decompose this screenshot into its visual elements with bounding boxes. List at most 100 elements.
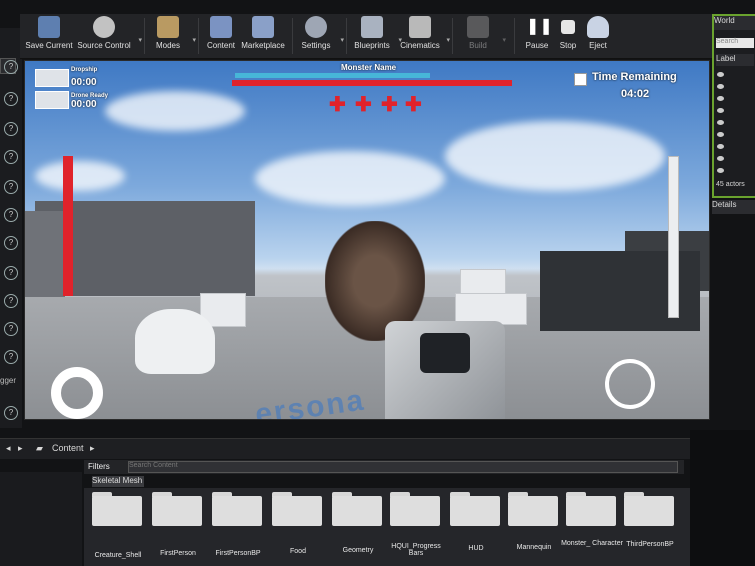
help-icon[interactable]: ? (4, 180, 18, 194)
help-icon[interactable]: ? (4, 406, 18, 420)
help-icon[interactable]: ? (4, 236, 18, 250)
blueprints-icon (361, 16, 383, 38)
folder-label: Monster_ Character (561, 540, 623, 547)
help-icon[interactable]: ? (4, 350, 18, 364)
tab-details[interactable]: Details (712, 200, 755, 214)
content-search-input[interactable]: Search Content (128, 461, 678, 473)
help-icon[interactable]: ? (4, 122, 18, 136)
content-browser-filterbar: Filters Search Content (84, 460, 684, 474)
partial-label: gger (0, 376, 17, 385)
outliner-search-input[interactable]: Search (716, 38, 754, 48)
breadcrumb-content[interactable]: Content (52, 443, 84, 453)
monster-armor-bar (235, 73, 430, 78)
chevron-down-icon: ▾ (340, 37, 344, 44)
eye-icon[interactable] (717, 84, 724, 89)
folder-label: Food (290, 548, 306, 555)
help-icon[interactable]: ? (4, 60, 18, 74)
folder-label: Mannequin (516, 544, 552, 551)
left-joystick[interactable] (51, 367, 103, 419)
build-icon (467, 16, 489, 38)
help-icon[interactable]: ? (4, 322, 18, 336)
folder-item[interactable] (212, 492, 264, 528)
strike-icon: ✚ (329, 94, 346, 116)
blueprints-button[interactable]: Blueprints ▾ (352, 16, 402, 50)
cinematics-icon (409, 16, 431, 38)
help-icon[interactable]: ? (4, 92, 18, 106)
source-control-icon (93, 16, 115, 38)
folder-label: ThirdPersonBP (626, 541, 674, 548)
strike-icon: ✚ (381, 94, 398, 116)
content-button[interactable]: Content (204, 16, 238, 50)
eye-icon[interactable] (717, 144, 724, 149)
help-icon[interactable]: ? (4, 208, 18, 222)
eye-icon[interactable] (717, 168, 724, 173)
folder-label: Geometry (342, 547, 374, 554)
cinematics-button[interactable]: Cinematics ▾ (400, 16, 450, 50)
folder-icon: ▰ (36, 443, 43, 453)
chevron-down-icon: ▾ (192, 37, 196, 44)
folder-item[interactable] (508, 492, 560, 528)
folder-item[interactable] (332, 492, 384, 528)
eye-icon[interactable] (717, 72, 724, 77)
eject-button[interactable]: Eject (584, 16, 612, 50)
back-icon[interactable]: ◂ (6, 443, 11, 454)
eject-icon (587, 16, 609, 38)
monster-name: Monster Name (341, 63, 397, 72)
content-browser-sources (0, 472, 82, 566)
forward-icon[interactable]: ▸ (18, 443, 23, 454)
drone-icon (35, 91, 69, 109)
folder-item[interactable] (624, 492, 676, 528)
modes-button[interactable]: Modes ▾ (150, 16, 196, 50)
settings-icon (305, 16, 327, 38)
eye-icon[interactable] (717, 156, 724, 161)
active-filter-chip[interactable]: Skeletal Mesh (92, 476, 144, 487)
folder-item[interactable] (390, 492, 442, 528)
marketplace-button[interactable]: Marketplace (240, 16, 286, 50)
main-toolbar: Save Current Source Control ▾ Modes ▾ Co… (20, 14, 715, 59)
chevron-down-icon: ▾ (138, 37, 142, 44)
folder-label: HUD (468, 545, 484, 552)
tab-world-outliner[interactable]: World (714, 16, 755, 30)
right-joystick[interactable] (605, 359, 655, 409)
folder-item[interactable] (450, 492, 502, 528)
chevron-down-icon: ▾ (502, 37, 506, 44)
game-viewport[interactable]: ersona Dropship 00:00 Drone Ready 00:00 … (24, 60, 710, 420)
dropship-icon (35, 69, 69, 87)
folder-item[interactable] (272, 492, 324, 528)
modes-icon (157, 16, 179, 38)
folder-label: FirstPerson (160, 550, 196, 557)
world-outliner: World Search Label 45 actors (712, 14, 755, 198)
build-button[interactable]: Build ▾ (460, 16, 506, 50)
save-current-button[interactable]: Save Current (24, 16, 74, 50)
pause-button[interactable]: ❚❚ Pause (520, 16, 554, 50)
folder-label: FirstPersonBP (215, 550, 261, 557)
player-stamina-bar (668, 156, 679, 318)
eye-icon[interactable] (717, 120, 724, 125)
strike-icon: ✚ (355, 94, 372, 116)
folder-item[interactable] (92, 492, 144, 528)
monster-health-bar (232, 80, 512, 86)
chevron-down-icon: ▾ (446, 37, 450, 44)
marketplace-icon (252, 16, 274, 38)
eye-icon[interactable] (717, 132, 724, 137)
help-icon[interactable]: ? (4, 266, 18, 280)
folder-item[interactable] (566, 492, 618, 528)
settings-button[interactable]: Settings ▾ (298, 16, 344, 50)
left-panel-strip: ? ? ? ? ? ? ? ? ? ? ? ? gger (0, 28, 22, 428)
player-health-bar (63, 156, 73, 296)
actor-count: 45 actors (716, 181, 745, 188)
eye-icon[interactable] (717, 96, 724, 101)
outliner-label-column[interactable]: Label (716, 54, 754, 66)
eye-icon[interactable] (717, 108, 724, 113)
content-browser-navbar: ◂ ▸ ▰ Content ▸ (0, 438, 690, 459)
drone-timer: 00:00 (71, 99, 97, 110)
filters-button[interactable]: Filters (88, 462, 110, 471)
help-icon[interactable]: ? (4, 294, 18, 308)
source-control-button[interactable]: Source Control ▾ (76, 16, 142, 50)
help-icon[interactable]: ? (4, 150, 18, 164)
stop-button[interactable]: Stop (554, 16, 582, 50)
stop-icon (561, 20, 575, 34)
dropship-label: Dropship (71, 67, 98, 73)
save-icon (38, 16, 60, 38)
folder-item[interactable] (152, 492, 204, 528)
